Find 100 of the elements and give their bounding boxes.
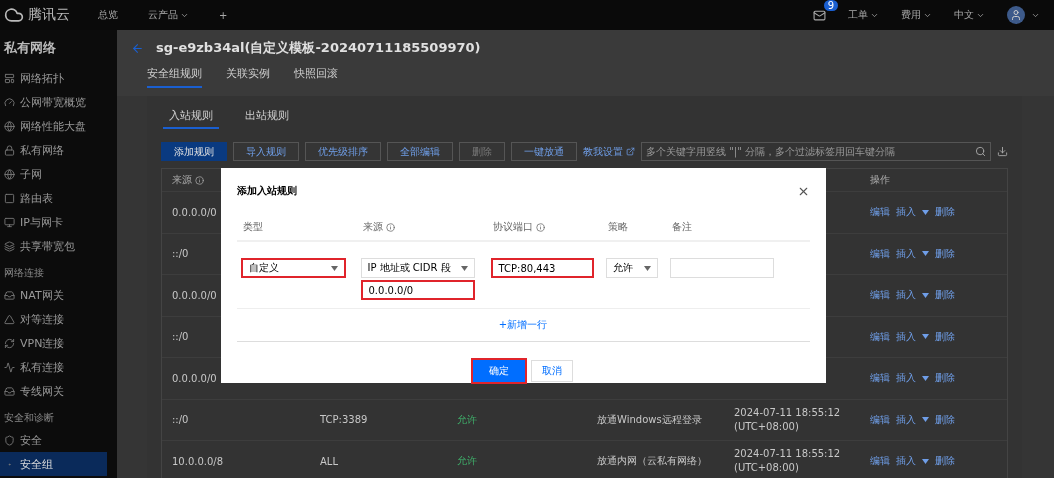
sidebar-title: 私有网络 (3, 39, 57, 57)
sidebar-item[interactable]: 专线网关 (0, 379, 117, 403)
square-icon (4, 192, 15, 204)
sidebar-item[interactable]: 公网带宽概览 (0, 90, 117, 114)
action-link[interactable]: 编辑 (870, 288, 890, 303)
tab[interactable]: 入站规则 (163, 108, 219, 129)
table-cell-text: 放通内网（云私有网络） (597, 454, 708, 469)
sidebar-item[interactable]: 私有连接 (0, 355, 117, 379)
lock-icon (4, 144, 15, 156)
dialog-title: 添加入站规则 (236, 184, 297, 198)
select-field[interactable]: IP 地址或 CIDR 段 (360, 258, 475, 278)
menu-dropdown[interactable]: 费用 (901, 8, 932, 22)
action-link[interactable]: 编辑 (870, 412, 890, 427)
download-icon[interactable] (997, 146, 1008, 157)
refresh-icon (4, 337, 15, 349)
toolbar-button[interactable]: 优先级排序 (305, 142, 381, 161)
table-cell-text: ::/0 (172, 331, 190, 343)
action-link[interactable]: 插入 (896, 329, 916, 344)
table-cell-text: 允许 (457, 412, 478, 427)
tab[interactable]: 关联实例 (226, 66, 270, 88)
table-cell-text: 2024-07-11 18:55:12 (UTC+08:00) (734, 447, 842, 476)
caret-down-icon (922, 334, 929, 340)
tab[interactable]: 出站规则 (239, 108, 295, 129)
add-link[interactable]: + (219, 9, 228, 21)
action-link[interactable]: 插入 (896, 288, 916, 303)
table-cell-text: TCP:3389 (320, 414, 369, 426)
action-link[interactable]: 编辑 (870, 371, 890, 386)
select-field[interactable]: 允许 (605, 258, 658, 278)
action-link[interactable]: 删除 (935, 371, 955, 386)
select-field[interactable]: 自定义 (240, 258, 346, 278)
globe-icon (4, 168, 15, 180)
mail-icon[interactable] (813, 8, 826, 22)
action-link[interactable]: 插入 (896, 246, 916, 261)
nav-link[interactable]: 云产品 (148, 8, 189, 22)
search-icon[interactable] (975, 146, 986, 157)
sidebar-item[interactable]: 私有网络 (0, 138, 117, 162)
action-link[interactable]: 删除 (935, 288, 955, 303)
tab[interactable]: 快照回滚 (294, 66, 338, 88)
sidebar-item[interactable]: 路由表 (0, 186, 117, 210)
action-link[interactable]: 编辑 (870, 454, 890, 469)
action-link[interactable]: 插入 (896, 412, 916, 427)
sidebar-item[interactable]: VPN连接 (0, 331, 117, 355)
column-header: 类型 (236, 220, 357, 242)
caret-down-icon (922, 209, 929, 215)
sidebar-item[interactable]: 网络拓扑 (0, 66, 117, 90)
avatar[interactable] (1007, 6, 1025, 24)
caret-down-icon (330, 265, 338, 271)
nav-link[interactable]: 总览 (98, 8, 118, 22)
sidebar-item[interactable]: NAT网关 (0, 283, 117, 307)
menu-dropdown[interactable]: 中文 (954, 8, 985, 22)
caret-down-icon (922, 375, 929, 381)
toolbar-button[interactable]: 一键放通 (511, 142, 577, 161)
input-field[interactable] (669, 258, 774, 278)
toolbar-button[interactable]: 导入规则 (233, 142, 299, 161)
dialog-button[interactable]: 确定 (473, 360, 525, 382)
globe-icon (4, 120, 15, 132)
action-link[interactable]: 插入 (896, 205, 916, 220)
table-cell-text: ::/0 (172, 248, 190, 260)
action-link[interactable]: 删除 (935, 205, 955, 220)
page-title: sg-e9zb34al(自定义模板-20240711185509970) (156, 39, 481, 57)
search-field[interactable]: 多个关键字用竖线 "|" 分隔，多个过滤标签用回车键分隔 (641, 142, 991, 161)
toolbar-button[interactable]: 添加规则 (161, 142, 227, 161)
column-header: 策略 (601, 220, 666, 242)
tab[interactable]: 安全组规则 (147, 66, 202, 88)
action-link[interactable]: 删除 (935, 246, 955, 261)
input-field[interactable]: TCP:80,443 (490, 258, 594, 278)
sidebar-item[interactable]: 网络性能大盘 (0, 114, 117, 138)
table-cell-text: 2024-07-11 18:55:12 (UTC+08:00) (734, 405, 842, 434)
input-field[interactable]: 0.0.0.0/0 (360, 280, 475, 300)
action-link[interactable]: 编辑 (870, 246, 890, 261)
column-header: 协议端口 (486, 220, 602, 242)
menu-dropdown[interactable]: 工单 (848, 8, 879, 22)
caret-down-icon (922, 251, 929, 257)
dialog-button[interactable]: 取消 (531, 360, 573, 382)
table-cell-text: 0.0.0.0/0 (172, 289, 218, 301)
action-link[interactable]: 插入 (896, 454, 916, 469)
table-cell-text: ::/0 (172, 414, 190, 426)
pulse-icon (4, 361, 15, 373)
action-link[interactable]: 删除 (935, 412, 955, 427)
info-icon (195, 175, 204, 185)
add-row-link[interactable]: +新增一行 (498, 309, 548, 341)
action-link[interactable]: 编辑 (870, 329, 890, 344)
action-link[interactable]: 删除 (935, 454, 955, 469)
sidebar-item[interactable]: 对等连接 (0, 307, 117, 331)
action-link[interactable]: 插入 (896, 371, 916, 386)
sidebar-item[interactable]: IP与网卡 (0, 210, 117, 234)
sidebar-item[interactable]: 子网 (0, 162, 117, 186)
action-link[interactable]: 编辑 (870, 205, 890, 220)
sidebar-item[interactable]: 安全组 (0, 452, 107, 476)
inbox-icon (4, 385, 15, 397)
sidebar-item[interactable]: 安全 (0, 428, 117, 452)
toolbar-button[interactable]: 全部编辑 (387, 142, 453, 161)
layers-icon (4, 240, 15, 252)
action-link[interactable]: 删除 (935, 329, 955, 344)
cloud-logo-icon (4, 5, 24, 25)
table-cell-text: 10.0.0.0/8 (172, 455, 225, 467)
sidebar-item[interactable]: 共享带宽包 (0, 234, 117, 258)
caret-down-icon (460, 265, 468, 271)
gauge-icon (4, 96, 15, 108)
help-link[interactable]: 教我设置 (583, 144, 635, 159)
